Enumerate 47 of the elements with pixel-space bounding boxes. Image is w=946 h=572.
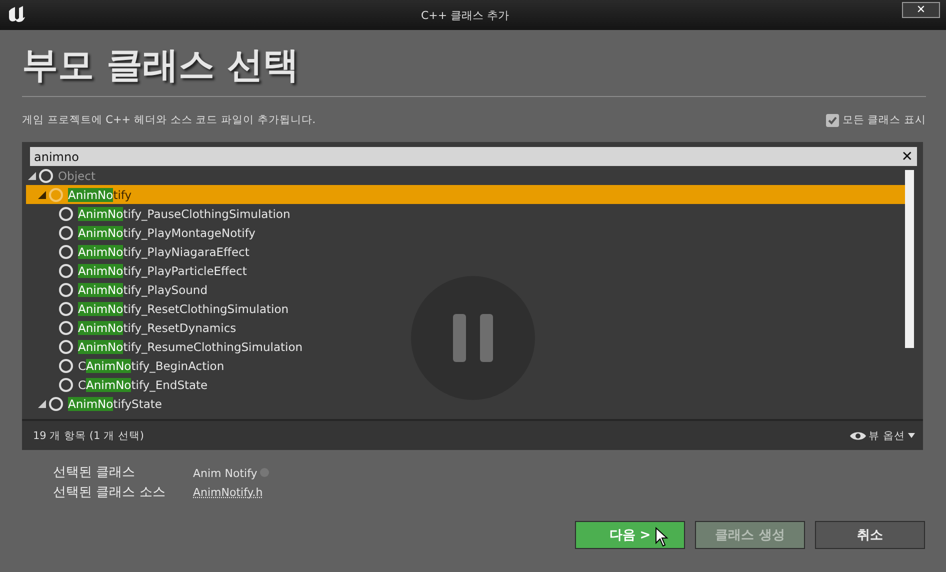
class-icon [59,264,73,278]
description-text: 게임 프로젝트에 C++ 헤더와 소스 코드 파일이 추가됩니다. [22,113,316,127]
class-icon [59,320,73,334]
class-icon [59,378,73,392]
page-heading: 부모 클래스 선택 [22,44,300,88]
cursor-icon [655,527,669,547]
class-name: Object [58,168,96,182]
class-name: AnimNotify_ResetDynamics [78,320,236,334]
field-label: 선택된 클래스 [53,464,136,480]
class-name: AnimNotify_PauseClothingSimulation [78,206,290,220]
scrollbar-thumb[interactable] [905,170,914,348]
class-icon [59,206,73,220]
class-icon [59,282,73,296]
logo-icon [8,5,28,25]
class-name: AnimNotify_PlaySound [78,282,208,296]
class-icon [59,358,73,372]
class-icon [59,340,73,354]
close-button[interactable]: ✕ [902,2,940,18]
class-icon [59,226,73,240]
class-name: AnimNotify_PlayParticleEffect [78,264,247,278]
checkbox[interactable] [826,114,840,126]
view-options-button[interactable]: 뷰 옵션 [850,428,915,442]
class-icon [49,396,63,410]
field-label: 선택된 클래스 소스 [53,484,166,501]
class-name: CAnimNotify_BeginAction [78,358,224,372]
search-field[interactable]: animno ✕ [30,147,917,166]
source-link[interactable]: AnimNotify.h [193,486,925,498]
class-icon [59,302,73,316]
dropdown-caret-icon [908,433,915,438]
pause-icon[interactable] [411,276,535,400]
dialog-button[interactable]: 취소 [815,521,925,549]
class-value: Anim Notify [193,467,258,480]
checkbox-label[interactable]: 모든 클래스 표시 [842,113,926,127]
class-name: AnimNotify_PlayMontageNotify [78,226,256,240]
class-icon [39,168,53,182]
class-name: AnimNotifyState [68,396,162,410]
class-name: AnimNotify_PlayNiagaraEffect [78,244,250,258]
item-count: 19 개 항목 (1 개 선택) [33,428,144,442]
class-name: AnimNotify_ResumeClothingSimulation [78,340,303,354]
eye-icon [850,430,866,440]
clear-button[interactable]: ✕ [901,148,913,164]
class-name: AnimNotify_ResetClothingSimulation [78,302,289,316]
class-icon [59,244,73,258]
class-name: CAnimNotify_EndState [78,378,208,392]
class-name: AnimNotify [68,188,132,202]
class-icon [49,188,63,202]
window-title: C++ 클래스 추가 [420,8,510,22]
